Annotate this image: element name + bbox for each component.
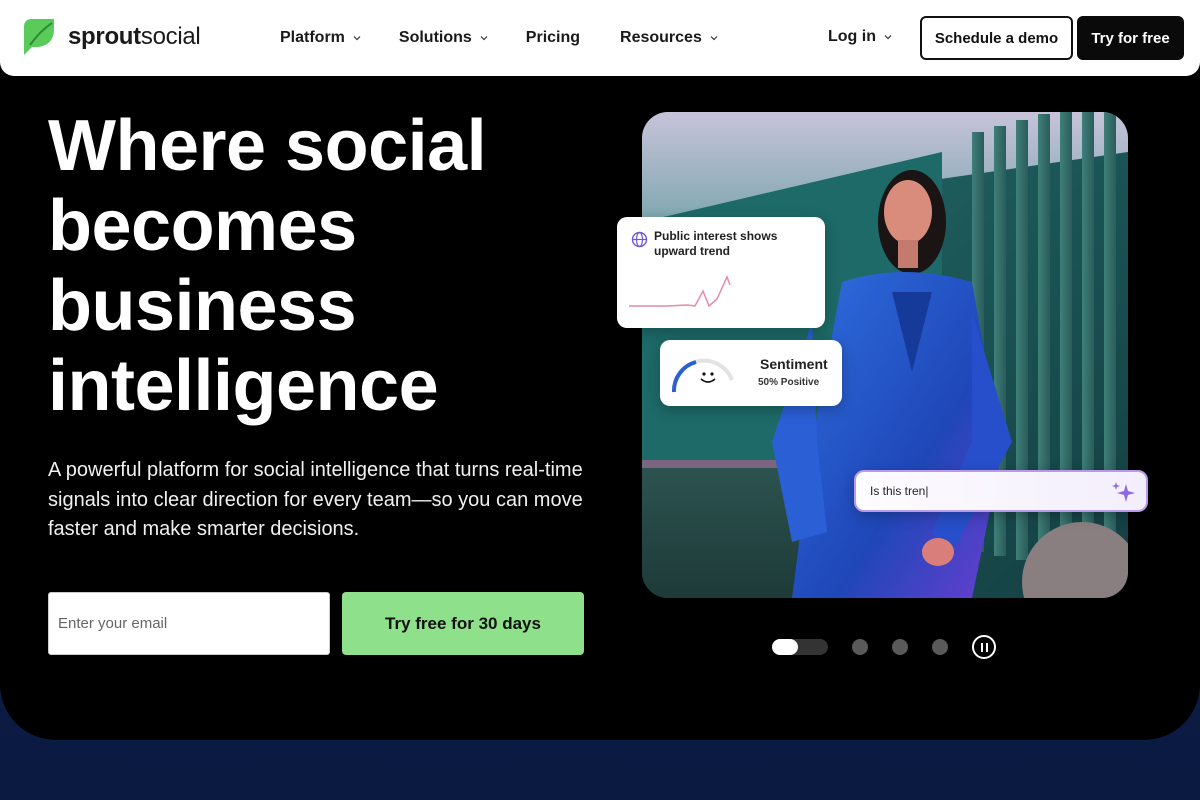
schedule-demo-button[interactable]: Schedule a demo bbox=[920, 16, 1073, 60]
headline-line-1: Where social bbox=[48, 106, 487, 186]
nav-pricing[interactable]: Pricing bbox=[526, 29, 580, 47]
chevron-down-icon bbox=[480, 36, 488, 41]
chevron-down-icon bbox=[353, 36, 361, 41]
trend-sparkline bbox=[629, 275, 731, 308]
carousel-dot-4[interactable] bbox=[932, 639, 948, 655]
nav-resources[interactable]: Resources bbox=[620, 29, 718, 47]
nav-solutions[interactable]: Solutions bbox=[399, 29, 488, 47]
pause-icon[interactable] bbox=[972, 635, 996, 659]
carousel-progress bbox=[772, 639, 798, 655]
email-input[interactable] bbox=[48, 592, 330, 655]
hero-section: Where social becomes business intelligen… bbox=[0, 0, 1200, 740]
ask-ai-input[interactable]: Is this tren| bbox=[854, 470, 1148, 512]
chevron-down-icon bbox=[884, 35, 892, 40]
sentiment-card: Sentiment 50% Positive bbox=[660, 340, 842, 406]
try-free-30-days-button[interactable]: Try free for 30 days bbox=[342, 592, 584, 655]
globe-icon bbox=[631, 231, 648, 248]
trend-card: Public interest shows upward trend bbox=[617, 217, 825, 328]
sentiment-value: 50% Positive bbox=[758, 377, 820, 388]
hero-subtext: A powerful platform for social intellige… bbox=[48, 459, 583, 540]
smile-icon bbox=[700, 372, 716, 383]
top-navbar: sproutsocial Platform Solutions Pricing … bbox=[0, 0, 1200, 76]
ask-ai-text: Is this tren| bbox=[870, 484, 929, 498]
headline-line-3: business bbox=[48, 266, 357, 346]
sparkle-icon bbox=[1112, 482, 1135, 502]
brand-name: sproutsocial bbox=[68, 23, 201, 50]
headline-line-4: intelligence bbox=[48, 346, 439, 426]
carousel-dot-3[interactable] bbox=[892, 639, 908, 655]
sentiment-title: Sentiment bbox=[760, 356, 828, 372]
trend-card-title: Public interest shows upward trend bbox=[654, 229, 778, 258]
carousel-dot-active[interactable] bbox=[772, 639, 828, 655]
main-nav: Platform Solutions Pricing Resources bbox=[280, 0, 718, 76]
hero-headline: Where social becomes business intelligen… bbox=[48, 106, 608, 426]
headline-line-2: becomes bbox=[48, 186, 357, 266]
sprout-leaf-icon bbox=[24, 19, 54, 55]
sentiment-gauge bbox=[671, 358, 734, 393]
chevron-down-icon bbox=[710, 36, 718, 41]
try-for-free-button[interactable]: Try for free bbox=[1077, 16, 1184, 60]
sprout-social-logo[interactable]: sproutsocial bbox=[24, 19, 201, 55]
login-menu[interactable]: Log in bbox=[828, 28, 892, 46]
nav-platform[interactable]: Platform bbox=[280, 29, 361, 47]
carousel-dot-2[interactable] bbox=[852, 639, 868, 655]
